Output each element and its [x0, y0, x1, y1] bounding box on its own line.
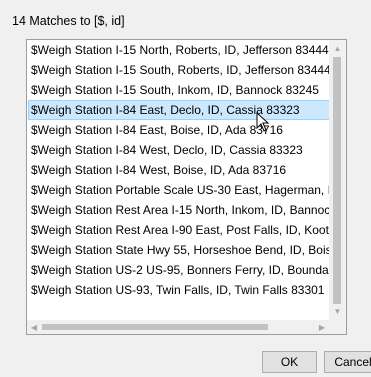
cancel-button[interactable]: Cancel — [324, 351, 371, 373]
list-item[interactable]: $Weigh Station I-84 West, Boise, ID, Ada… — [28, 160, 332, 180]
list-item[interactable]: $Weigh Station I-84 East, Boise, ID, Ada… — [28, 120, 332, 140]
list-item[interactable]: $Weigh Station I-15 South, Roberts, ID, … — [28, 60, 332, 80]
list-item[interactable]: $Weigh Station US-93, Twin Falls, ID, Tw… — [28, 280, 332, 300]
scroll-left-arrow-icon[interactable]: ◀ — [27, 320, 41, 334]
scroll-down-arrow-icon[interactable]: ▼ — [329, 303, 346, 320]
scroll-right-arrow-icon[interactable]: ▶ — [315, 320, 329, 334]
ok-button[interactable]: OK — [262, 351, 317, 373]
list-item[interactable]: $Weigh Station Portable Scale US-30 East… — [28, 180, 332, 200]
matches-list-items: $Weigh Station I-15 North, Roberts, ID, … — [28, 40, 332, 322]
scroll-up-arrow-icon[interactable]: ▲ — [329, 40, 346, 57]
matches-listbox[interactable]: $Weigh Station I-15 North, Roberts, ID, … — [26, 39, 347, 335]
horizontal-scroll-thumb[interactable] — [42, 324, 268, 330]
matches-dialog: 14 Matches to [$, id] $Weigh Station I-1… — [0, 0, 371, 377]
list-item[interactable]: $Weigh Station I-15 South, Inkom, ID, Ba… — [28, 80, 332, 100]
matches-title: 14 Matches to [$, id] — [12, 14, 125, 28]
vertical-scroll-thumb[interactable] — [333, 57, 341, 304]
list-item[interactable]: $Weigh Station I-84 West, Declo, ID, Cas… — [28, 140, 332, 160]
list-item[interactable]: $Weigh Station I-15 North, Roberts, ID, … — [28, 40, 332, 60]
list-item[interactable]: $Weigh Station Rest Area I-90 East, Post… — [28, 220, 332, 240]
scrollbar-corner — [329, 320, 346, 334]
list-item[interactable]: $Weigh Station Rest Area I-15 North, Ink… — [28, 200, 332, 220]
mouse-cursor-icon — [256, 112, 270, 132]
list-item[interactable]: $Weigh Station US-2 US-95, Bonners Ferry… — [28, 260, 332, 280]
list-item-selected[interactable]: $Weigh Station I-84 East, Declo, ID, Cas… — [28, 100, 332, 120]
horizontal-scrollbar[interactable]: ◀ ▶ — [27, 320, 329, 334]
list-item[interactable]: $Weigh Station State Hwy 55, Horseshoe B… — [28, 240, 332, 260]
vertical-scrollbar[interactable]: ▲ ▼ — [329, 40, 346, 320]
